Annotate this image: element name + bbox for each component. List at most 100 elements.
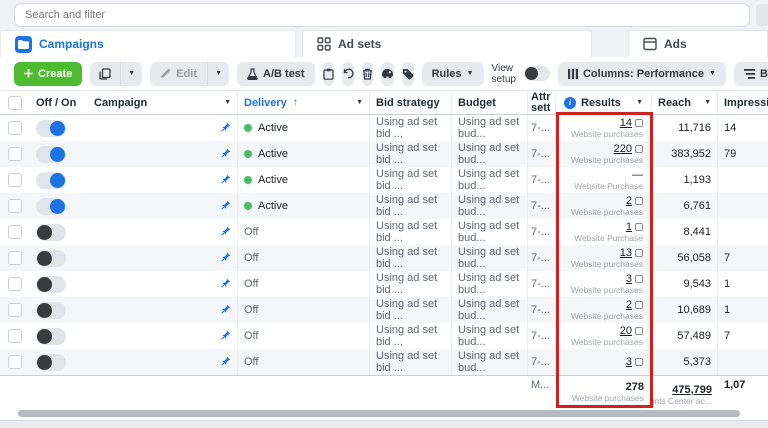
header-impressions[interactable]: Impressions <box>718 91 768 114</box>
campaign-name-cell[interactable] <box>88 323 238 349</box>
pin-icon[interactable] <box>221 252 231 265</box>
campaign-toggle[interactable] <box>36 276 66 293</box>
columns-dropdown[interactable]: Columns: Performance▼ <box>558 62 726 86</box>
inspect-icon[interactable] <box>635 119 643 127</box>
header-reach[interactable]: Reach▼ <box>652 91 718 114</box>
row-checkbox[interactable] <box>8 199 22 213</box>
inspect-icon[interactable] <box>635 301 643 309</box>
tags-button[interactable] <box>402 62 414 86</box>
campaign-name-cell[interactable] <box>88 219 238 245</box>
row-checkbox[interactable] <box>8 303 22 317</box>
campaign-toggle[interactable] <box>36 328 66 345</box>
undo-button[interactable] <box>342 62 354 86</box>
row-checkbox[interactable] <box>8 121 22 135</box>
header-campaign[interactable]: Campaign▼ <box>88 91 238 114</box>
campaign-toggle[interactable] <box>36 172 66 189</box>
select-all-checkbox[interactable] <box>8 96 22 110</box>
row-checkbox[interactable] <box>8 225 22 239</box>
preview-button[interactable] <box>381 62 394 86</box>
delivery-cell[interactable]: Off <box>238 219 370 245</box>
pin-icon[interactable] <box>221 226 231 239</box>
campaign-name-cell[interactable] <box>88 349 238 375</box>
campaign-name-cell[interactable] <box>88 141 238 167</box>
tab-adsets[interactable]: Ad sets <box>302 30 592 57</box>
view-setup-toggle[interactable] <box>524 66 550 81</box>
inspect-icon[interactable] <box>635 275 643 283</box>
campaign-name-cell[interactable] <box>88 167 238 193</box>
duplicate-button[interactable] <box>90 62 120 86</box>
campaign-toggle[interactable] <box>36 302 66 319</box>
campaign-name-cell[interactable] <box>88 245 238 271</box>
delivery-cell[interactable]: Active <box>238 141 370 167</box>
pin-icon[interactable] <box>221 122 231 135</box>
pin-icon[interactable] <box>221 330 231 343</box>
pin-icon[interactable] <box>221 200 231 213</box>
header-results[interactable]: i Results▼ <box>556 91 652 114</box>
search-input[interactable] <box>14 3 750 27</box>
row-checkbox[interactable] <box>8 355 22 369</box>
campaign-toggle[interactable] <box>36 146 66 163</box>
tab-campaigns[interactable]: Campaigns <box>0 30 296 57</box>
result-value[interactable]: 3 <box>626 356 632 368</box>
result-value[interactable]: 20 <box>620 325 632 337</box>
campaign-name-cell[interactable] <box>88 297 238 323</box>
row-checkbox[interactable] <box>8 147 22 161</box>
result-value[interactable]: — <box>632 169 643 181</box>
delivery-cell[interactable]: Off <box>238 323 370 349</box>
campaign-toggle[interactable] <box>36 198 66 215</box>
pin-icon[interactable] <box>221 356 231 369</box>
ab-test-button[interactable]: A/B test <box>237 62 315 86</box>
header-budget[interactable]: Budget <box>452 91 528 114</box>
inspect-icon[interactable] <box>635 249 643 257</box>
header-attribution[interactable]: Attrsett <box>528 91 556 114</box>
create-button[interactable]: Create <box>14 62 82 86</box>
campaign-name-cell[interactable] <box>88 193 238 219</box>
campaign-toggle[interactable] <box>36 224 66 241</box>
info-icon[interactable]: i <box>564 97 576 109</box>
pin-icon[interactable] <box>221 174 231 187</box>
edit-button[interactable]: Edit <box>150 62 207 86</box>
delivery-cell[interactable]: Active <box>238 167 370 193</box>
result-value[interactable]: 14 <box>620 117 632 129</box>
pin-icon[interactable] <box>221 304 231 317</box>
breakdown-dropdown[interactable]: Breakdown▼ <box>734 62 768 86</box>
result-value[interactable]: 13 <box>620 247 632 259</box>
result-value[interactable]: 1 <box>626 221 632 233</box>
campaign-toggle[interactable] <box>36 250 66 267</box>
campaign-toggle[interactable] <box>36 354 66 371</box>
duplicate-caret-button[interactable]: ▼ <box>120 62 142 86</box>
delivery-cell[interactable]: Off <box>238 271 370 297</box>
result-value[interactable]: 2 <box>626 299 632 311</box>
row-checkbox[interactable] <box>8 329 22 343</box>
result-value[interactable]: 220 <box>614 143 632 155</box>
inspect-icon[interactable] <box>635 358 643 366</box>
pin-icon[interactable] <box>221 278 231 291</box>
inspect-icon[interactable] <box>635 145 643 153</box>
result-value[interactable]: 2 <box>626 195 632 207</box>
result-value[interactable]: 3 <box>626 273 632 285</box>
row-checkbox[interactable] <box>8 277 22 291</box>
row-checkbox[interactable] <box>8 173 22 187</box>
inspect-icon[interactable] <box>635 327 643 335</box>
delivery-cell[interactable]: Off <box>238 349 370 375</box>
inspect-icon[interactable] <box>635 197 643 205</box>
pin-board-button[interactable] <box>323 62 334 86</box>
summary-reach-total[interactable]: 475,799 <box>672 384 712 396</box>
delivery-cell[interactable]: Active <box>238 115 370 141</box>
campaign-toggle[interactable] <box>36 120 66 137</box>
tab-ads[interactable]: Ads <box>628 30 768 57</box>
header-delivery[interactable]: Delivery ↑ ▼ <box>238 91 370 114</box>
campaign-name-cell[interactable] <box>88 271 238 297</box>
row-checkbox[interactable] <box>8 251 22 265</box>
delivery-cell[interactable]: Off <box>238 297 370 323</box>
delivery-cell[interactable]: Active <box>238 193 370 219</box>
delivery-cell[interactable]: Off <box>238 245 370 271</box>
pin-icon[interactable] <box>221 148 231 161</box>
search-side-button[interactable] <box>756 4 768 26</box>
header-bid-strategy[interactable]: Bid strategy <box>370 91 452 114</box>
edit-caret-button[interactable]: ▼ <box>207 62 229 86</box>
horizontal-scrollbar-thumb[interactable] <box>18 410 740 417</box>
inspect-icon[interactable] <box>635 223 643 231</box>
delete-button[interactable] <box>362 62 373 86</box>
rules-dropdown[interactable]: Rules▼ <box>422 62 484 86</box>
